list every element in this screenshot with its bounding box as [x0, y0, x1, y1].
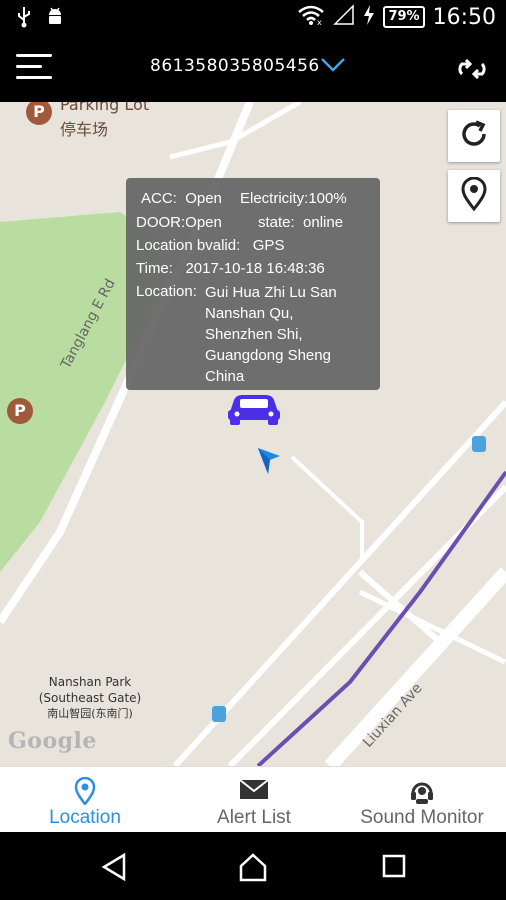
door-value: Open — [185, 214, 222, 231]
chevron-down-icon[interactable] — [320, 56, 346, 78]
bus-stop-icon[interactable] — [472, 436, 486, 452]
tab-alert-list-label: Alert List — [217, 807, 291, 828]
svg-text:x: x — [317, 18, 322, 26]
system-nav-bar — [0, 832, 506, 900]
device-id-selector[interactable]: 861358035805456 — [150, 56, 320, 76]
time-row: Time: 2017-10-18 16:48:36 — [136, 260, 325, 277]
park-name: Nanshan Park — [48, 675, 132, 689]
location-valid-label: Location bvalid: — [136, 237, 241, 254]
state-row: state: online — [258, 214, 343, 231]
tab-sound-monitor[interactable]: Sound Monitor — [338, 767, 506, 833]
car-icon[interactable] — [226, 392, 282, 430]
recents-icon[interactable] — [380, 852, 408, 884]
time-value: 2017-10-18 16:48:36 — [185, 260, 325, 277]
electricity-label: Electricity: — [240, 190, 309, 207]
battery-indicator: 79% — [383, 6, 425, 28]
parking-lot-label-cn: 停车场 — [60, 120, 109, 139]
envelope-icon — [239, 777, 269, 805]
usb-icon — [16, 6, 32, 32]
acc-row: ACC: Open — [141, 190, 222, 207]
location-valid-value: GPS — [252, 237, 285, 254]
tab-alert-list[interactable]: Alert List — [170, 767, 338, 833]
parking-lot-label: Parking Lot — [60, 102, 150, 114]
vehicle-info-popup: ACC: Open Electricity:100% DOOR:Open sta… — [126, 178, 380, 390]
location-valid-row: Location bvalid: GPS — [136, 237, 284, 254]
refresh-icon — [456, 116, 492, 156]
sync-icon[interactable] — [454, 54, 490, 88]
charging-icon — [363, 5, 375, 29]
headset-icon — [408, 777, 436, 809]
google-logo: Google — [8, 728, 97, 754]
time-label: Time: — [136, 260, 173, 277]
menu-button[interactable] — [16, 54, 52, 84]
home-icon[interactable] — [238, 852, 268, 886]
door-label: DOOR: — [136, 214, 186, 231]
tab-location[interactable]: Location — [0, 767, 170, 833]
door-row: DOOR:Open — [136, 214, 222, 231]
refresh-button[interactable] — [448, 110, 500, 162]
electricity-row: Electricity:100% — [240, 190, 347, 207]
locate-button[interactable] — [448, 170, 500, 222]
location-value: Gui Hua Zhi Lu San Nanshan Qu, Shenzhen … — [205, 284, 337, 385]
bus-stop-icon[interactable] — [212, 706, 226, 722]
acc-label: ACC: — [141, 190, 177, 207]
tab-sound-monitor-label: Sound Monitor — [360, 807, 484, 828]
state-value: online — [303, 214, 344, 231]
map-view[interactable]: P Parking Lot 停车场 P Tanglang E Rd Liuxia… — [0, 102, 506, 766]
signal-icon — [333, 4, 355, 30]
acc-value: Open — [185, 190, 222, 207]
tab-location-label: Location — [49, 807, 121, 828]
park-label: Nanshan Park (Southeast Gate) 南山智园(东南门) — [30, 674, 150, 722]
navigation-arrow-icon — [256, 446, 282, 480]
clock: 16:50 — [432, 4, 496, 30]
electricity-value: 100% — [308, 190, 347, 207]
location-pin-icon — [460, 176, 488, 215]
location-label: Location: — [136, 283, 197, 300]
app-bar: 861358035805456 — [0, 36, 506, 102]
parking-icon-left[interactable]: P — [7, 398, 33, 424]
park-gate: (Southeast Gate) — [38, 691, 142, 705]
android-debug-icon — [46, 6, 64, 32]
wifi-icon: x — [297, 4, 325, 30]
park-name-cn: 南山智园(东南门) — [47, 707, 133, 720]
bottom-tab-bar: Location Alert List Sound Monitor — [0, 766, 506, 833]
back-icon[interactable] — [100, 852, 128, 886]
state-label: state: — [258, 214, 295, 231]
status-bar: x 79% 16:50 — [0, 0, 506, 36]
location-pin-icon — [74, 776, 96, 809]
